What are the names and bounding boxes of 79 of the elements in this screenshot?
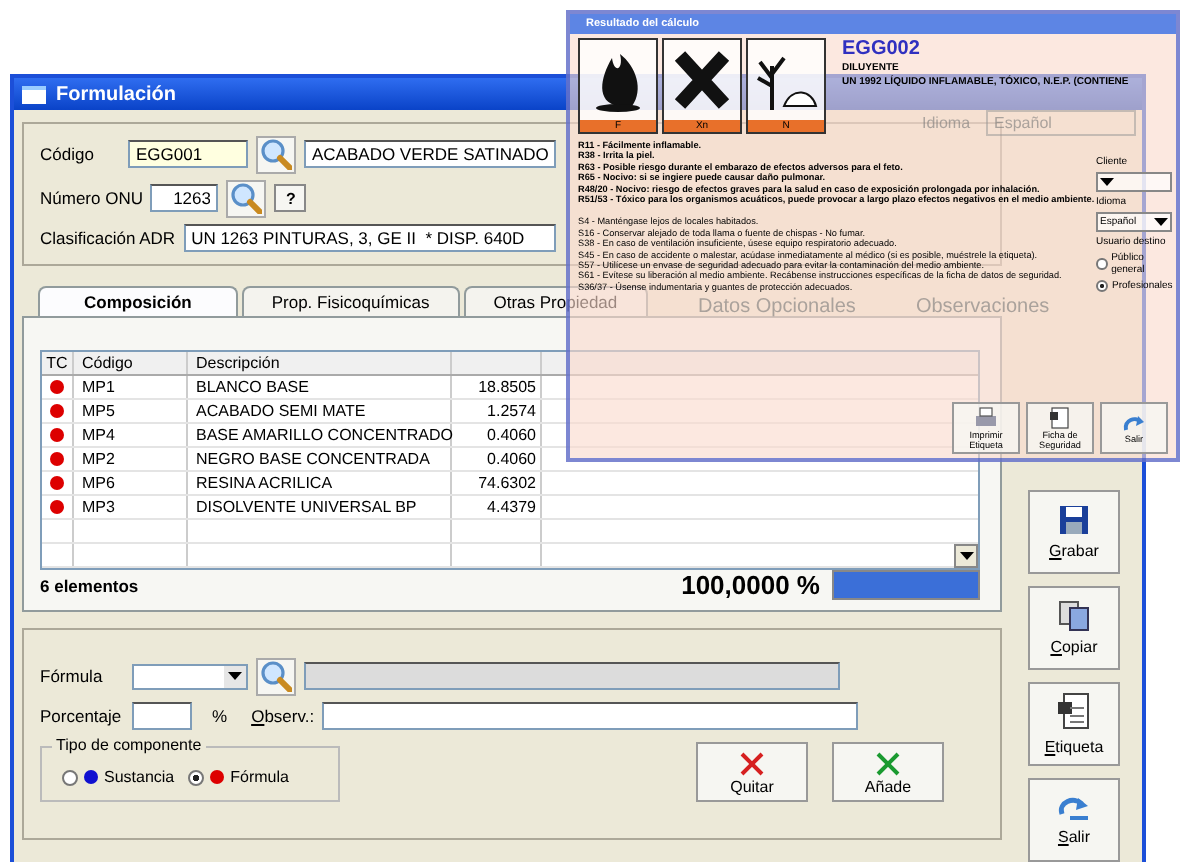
dropdown-arrow-icon[interactable] — [1100, 178, 1114, 186]
table-cell: NEGRO BASE CONCENTRADA — [188, 448, 452, 470]
search-icon — [230, 182, 263, 214]
curved-arrow-icon — [1122, 413, 1146, 433]
document-icon — [1056, 692, 1092, 732]
total-percentage: 100,0000 % — [681, 570, 820, 600]
table-cell: 74.6302 — [452, 472, 542, 494]
table-cell: DISOLVENTE UNIVERSAL BP — [188, 496, 452, 518]
table-cell: 1.2574 — [452, 400, 542, 422]
column-header: Observaciones — [915, 296, 1050, 319]
table-cell: 4.4379 — [452, 496, 542, 518]
printer-icon — [974, 406, 998, 430]
tab-label: Datos Opcionales — [698, 296, 856, 319]
observations-field[interactable] — [322, 702, 859, 730]
copy-icon — [1058, 600, 1090, 632]
radio-button[interactable] — [1096, 258, 1108, 270]
x-mark-icon — [874, 749, 902, 777]
copy-button[interactable]: Copiar — [1028, 586, 1120, 670]
remove-button[interactable]: Quitar — [696, 742, 808, 802]
table-cell: BASE AMARILLO CONCENTRADO — [188, 424, 452, 446]
radio-button[interactable] — [62, 769, 78, 785]
tab[interactable]: Prop. Fisicoquímicas — [241, 286, 460, 316]
option-label: Fórmula — [230, 768, 289, 786]
x-mark-icon — [738, 749, 766, 777]
column-header[interactable]: TC — [42, 352, 74, 374]
item-count: 6 elementos — [40, 575, 141, 595]
dropdown-arrow-icon[interactable] — [1154, 218, 1169, 226]
table-cell: RESINA ACRILICA — [188, 472, 452, 494]
window-title: Formulación — [56, 83, 177, 105]
client-dropdown[interactable] — [1096, 172, 1173, 192]
scroll-arrow-button[interactable] — [954, 544, 978, 568]
product-code: EGG002 — [842, 38, 922, 60]
dropdown-arrow-icon[interactable] — [228, 672, 242, 680]
label-button[interactable]: Etiqueta — [1028, 682, 1120, 766]
table-cell: MP5 — [74, 400, 188, 422]
field-label: Porcentaje — [40, 706, 124, 726]
percentage-field[interactable] — [132, 702, 192, 730]
dropdown-value: Español — [994, 114, 1052, 132]
un-number-field[interactable]: 1263 — [150, 184, 219, 212]
group-title: Tipo de componente — [52, 736, 206, 754]
table-cell: MP4 — [74, 424, 188, 446]
window-icon — [22, 85, 46, 103]
down-arrow-icon[interactable] — [959, 552, 973, 560]
search-icon — [260, 138, 292, 170]
table-cell: 0.4060 — [452, 448, 542, 470]
column-header[interactable]: Descripción — [188, 352, 452, 374]
search-button[interactable] — [256, 135, 296, 173]
document-icon — [1048, 406, 1072, 430]
table-cell: BLANCO BASE — [188, 376, 452, 398]
formula-name-field[interactable] — [304, 662, 840, 690]
curved-arrow-icon — [1056, 794, 1092, 822]
search-icon — [260, 660, 292, 692]
table-cell: MP2 — [74, 448, 188, 470]
percent-sign: % — [212, 706, 228, 726]
table-cell: MP1 — [74, 376, 188, 398]
add-button[interactable]: Añade — [832, 742, 944, 802]
search-button[interactable] — [256, 657, 296, 695]
field-label: Idioma — [922, 114, 971, 132]
save-button[interactable]: Grabar — [1028, 490, 1120, 574]
field-label: Fórmula — [40, 666, 105, 686]
field-label: Observ.: — [251, 706, 315, 726]
table-cell: ACABADO SEMI MATE — [188, 400, 452, 422]
radio-button[interactable] — [188, 769, 205, 785]
exit-button[interactable]: Salir — [1028, 778, 1120, 862]
description-field[interactable]: ACABADO VERDE SATINADO — [304, 140, 556, 168]
table-cell: 18.8505 — [452, 376, 542, 398]
field-label: Número ONU — [40, 188, 143, 208]
field-label: Código — [40, 144, 96, 164]
table-cell: MP3 — [74, 496, 188, 518]
tab[interactable]: Composición — [38, 286, 238, 316]
search-button[interactable] — [226, 179, 267, 217]
table-cell: MP6 — [74, 472, 188, 494]
option-label: Sustancia — [104, 768, 175, 786]
help-button[interactable]: ? — [274, 184, 307, 212]
code-field[interactable]: EGG001 — [128, 140, 248, 168]
column-header[interactable]: Código — [74, 352, 188, 374]
adr-field[interactable]: UN 1263 PINTURAS, 3, GE II * DISP. 640D — [183, 224, 556, 252]
field-label: Clasificación ADR — [40, 228, 176, 248]
table-cell: 0.4060 — [452, 424, 542, 446]
